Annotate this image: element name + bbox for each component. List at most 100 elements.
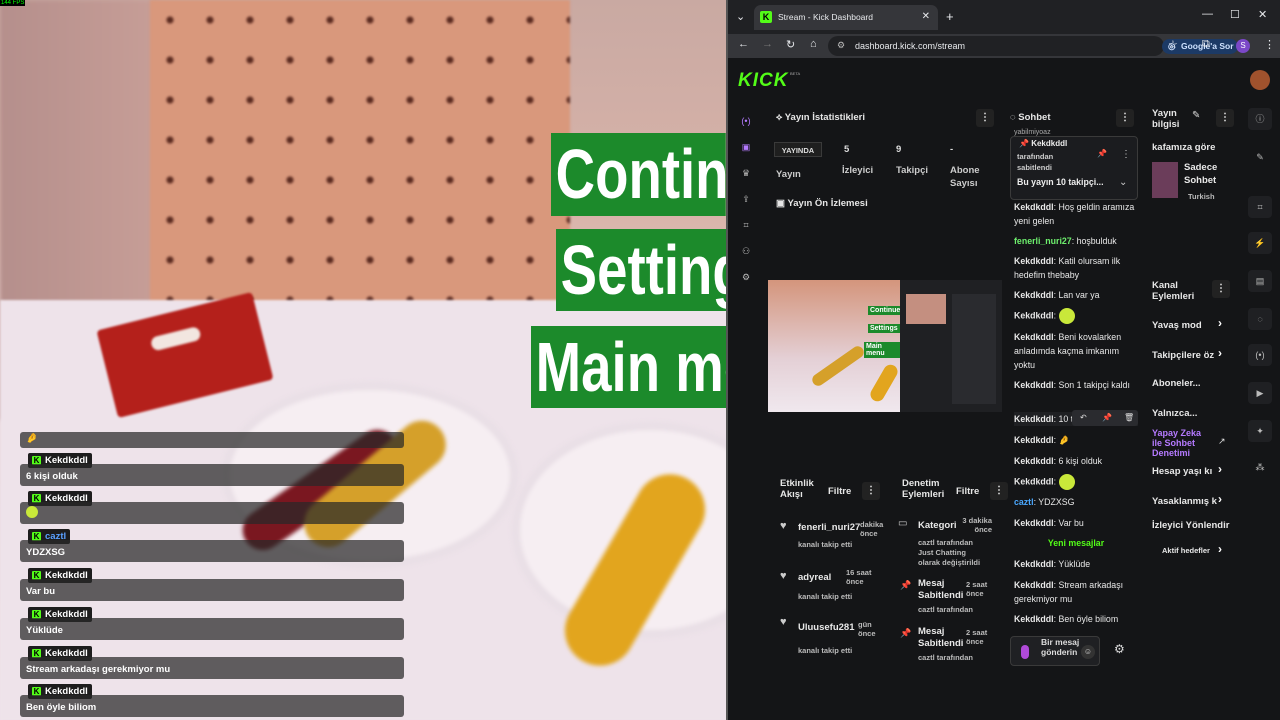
chat-message[interactable]: Kekdkddl: Katil olursam ilk hedefim theb… bbox=[1014, 254, 1138, 282]
tab-search-icon[interactable]: ⌄ bbox=[736, 10, 745, 23]
preview-sausage bbox=[809, 343, 867, 389]
pin-action-icon[interactable]: 📌 bbox=[1097, 149, 1107, 158]
info-icon[interactable]: ⓘ bbox=[1248, 108, 1272, 130]
reload-icon[interactable]: ↻ bbox=[786, 38, 795, 51]
pinned-menu-icon[interactable]: ⋮ bbox=[1121, 149, 1131, 160]
nav-users-icon[interactable]: ⚇ bbox=[740, 246, 752, 258]
chat-message[interactable]: Kekdkddl: Stream arkadaşı gerekmiyor mu bbox=[1014, 578, 1138, 606]
subscribers-item[interactable]: Aboneler... bbox=[1152, 378, 1201, 389]
broadcast-icon[interactable]: (•) bbox=[1248, 344, 1272, 366]
new-messages-divider[interactable]: Yeni mesajlar bbox=[1014, 536, 1138, 550]
home-icon[interactable]: ⌂ bbox=[810, 38, 817, 50]
chat-message[interactable]: Kekdkddl: Ben öyle biliom bbox=[1014, 612, 1138, 626]
activity-title: Etkinlik Akışı bbox=[780, 478, 814, 500]
share-icon[interactable]: ⁂ bbox=[1248, 456, 1272, 478]
stream-info-menu-button[interactable]: ⋮ bbox=[1216, 109, 1234, 127]
chat-message[interactable]: fenerli_nuri27: hoşbulduk bbox=[1014, 234, 1138, 248]
continue-button[interactable]: Continue bbox=[551, 133, 726, 216]
nav-trophy-icon[interactable]: ♛ bbox=[740, 168, 752, 180]
kick-dashboard: KICK BETA (•) ▣ ♛ ⇪ ⌗ ⚇ ⚙ ⟡ Yayın İstati… bbox=[728, 58, 1280, 720]
settings-button[interactable]: Settings bbox=[556, 229, 727, 311]
nav-stream-icon[interactable]: ▣ bbox=[740, 142, 752, 154]
video-camera-icon[interactable]: ▶ bbox=[1248, 382, 1272, 404]
lightning-icon[interactable]: ⚡ bbox=[1248, 232, 1272, 254]
profile-avatar[interactable]: S bbox=[1236, 39, 1250, 53]
chat-menu-button[interactable]: ⋮ bbox=[1116, 109, 1134, 127]
chat-message[interactable]: Kekdkddl: Son 1 takipçi kaldı bbox=[1014, 378, 1138, 392]
maximize-icon[interactable]: ☐ bbox=[1230, 8, 1240, 21]
slow-mode-item[interactable]: Yavaş mod bbox=[1152, 320, 1202, 331]
kick-logo[interactable]: KICK bbox=[738, 70, 788, 92]
browser-menu-icon[interactable]: ⋮ bbox=[1264, 38, 1275, 51]
emoji-picker-icon[interactable]: ☺ bbox=[1081, 645, 1095, 659]
chat-message[interactable]: Kekdkddl: Lan var ya bbox=[1014, 288, 1138, 302]
chevron-right-icon[interactable]: › bbox=[1218, 542, 1222, 556]
only-item[interactable]: Yalnızca... bbox=[1152, 408, 1197, 419]
chat-message[interactable]: Kekdkddl: Yüklüde bbox=[1014, 557, 1138, 571]
document-icon[interactable]: ▤ bbox=[1248, 270, 1272, 292]
activity-item-name[interactable]: Uluusefu281 bbox=[798, 622, 855, 633]
chat-message[interactable]: Kekdkddl: Beni kovalarken anladımda kaçm… bbox=[1014, 330, 1138, 372]
active-goals-item[interactable]: Aktif hedefler bbox=[1162, 546, 1210, 555]
pencil-icon[interactable]: ✎ bbox=[1248, 146, 1272, 168]
activity-menu-button[interactable]: ⋮ bbox=[862, 482, 880, 500]
chat-message[interactable]: Kekdkddl: bbox=[1014, 474, 1138, 490]
pinned-message[interactable]: 📌 Kekdkddl tarafından sabitlendi Bu yayı… bbox=[1010, 136, 1138, 200]
channel-actions-menu-button[interactable]: ⋮ bbox=[1212, 280, 1230, 298]
nav-settings-icon[interactable]: ⚙ bbox=[740, 272, 752, 284]
reply-icon[interactable]: ↶ bbox=[1080, 411, 1087, 425]
chat-settings-icon[interactable]: ⚙ bbox=[1114, 642, 1125, 656]
activity-item-name[interactable]: adyreal bbox=[798, 572, 831, 583]
chevron-right-icon[interactable]: › bbox=[1218, 492, 1222, 506]
pin-message-icon[interactable]: 📌 bbox=[1102, 411, 1112, 425]
pinned-expand-icon[interactable]: ⌄ bbox=[1119, 177, 1127, 188]
minimize-icon[interactable]: — bbox=[1202, 8, 1213, 20]
address-bar[interactable]: ⚙ dashboard.kick.com/stream ◎ Google'a So… bbox=[828, 36, 1250, 56]
chat-message[interactable]: Kekdkddl: 🤌 bbox=[1014, 433, 1138, 447]
user-avatar[interactable] bbox=[1250, 70, 1270, 90]
pinned-meta: tarafından sabitlendi bbox=[1017, 152, 1054, 172]
new-tab-icon[interactable]: + bbox=[946, 9, 954, 24]
stream-preview[interactable]: Continue Settings Main menu bbox=[768, 280, 1002, 412]
close-tab-icon[interactable]: ✕ bbox=[922, 11, 930, 22]
tab-bar: ⌄ K Stream - Kick Dashboard ✕ + — ☐ ✕ bbox=[728, 0, 1280, 34]
bookmark-star-icon[interactable]: ☆ bbox=[1168, 38, 1178, 51]
tab-kick-dashboard[interactable]: K Stream - Kick Dashboard ✕ bbox=[754, 5, 938, 30]
nav-live-icon[interactable]: (•) bbox=[740, 116, 752, 128]
edit-icon[interactable]: ✎ bbox=[1192, 110, 1200, 121]
crop-icon[interactable]: ⌗ bbox=[1248, 196, 1272, 218]
main-menu-button[interactable]: Main menu bbox=[531, 326, 728, 408]
chat-message-hovered[interactable]: Kekdkddl: 10 takipçi ↶ 📌 🗑 bbox=[1014, 410, 1138, 426]
chat-input[interactable]: Bir mesaj gönderin ☺ bbox=[1010, 636, 1100, 666]
nav-crop-icon[interactable]: ⌗ bbox=[740, 220, 752, 232]
delete-icon[interactable]: 🗑 bbox=[1124, 411, 1134, 425]
chat-message[interactable]: Kekdkddl: bbox=[1014, 308, 1138, 324]
chat-message[interactable]: Kekdkddl: Var bu bbox=[1014, 516, 1138, 530]
chat-message[interactable]: Kekdkddl: Hoş geldin aramıza yeni gelen bbox=[1014, 200, 1138, 228]
emote-icon[interactable] bbox=[1021, 645, 1029, 659]
chat-bubble-icon[interactable]: ◌ bbox=[1248, 308, 1272, 330]
extensions-icon[interactable]: ⧉ bbox=[1202, 38, 1210, 51]
activity-item-name[interactable]: fenerli_nuri27 bbox=[798, 522, 860, 533]
chat-message[interactable]: Kekdkddl: 6 kişi olduk bbox=[1014, 454, 1138, 468]
external-link-icon[interactable]: ↗ bbox=[1218, 436, 1226, 447]
site-info-icon[interactable]: ⚙ bbox=[837, 40, 845, 51]
stream-title-text: kafamıza göre bbox=[1152, 142, 1216, 153]
wrench-icon[interactable]: ✦ bbox=[1248, 420, 1272, 442]
nav-upload-icon[interactable]: ⇪ bbox=[740, 194, 752, 206]
activity-filter-button[interactable]: Filtre bbox=[828, 486, 851, 497]
chat-message[interactable]: caztl: YDZXSG bbox=[1014, 495, 1138, 509]
category-name[interactable]: Sadece Sohbet bbox=[1184, 161, 1217, 187]
forward-icon[interactable]: → bbox=[762, 38, 773, 50]
back-icon[interactable]: ← bbox=[738, 38, 749, 50]
chevron-right-icon[interactable]: › bbox=[1218, 346, 1222, 360]
stats-menu-button[interactable]: ⋮ bbox=[976, 109, 994, 127]
close-window-icon[interactable]: ✕ bbox=[1258, 8, 1267, 21]
moderation-menu-button[interactable]: ⋮ bbox=[990, 482, 1008, 500]
ai-moderation-item[interactable]: Yapay Zeka ile Sohbet Denetimi bbox=[1152, 428, 1212, 458]
preview-settings: Settings bbox=[868, 324, 900, 333]
moderation-filter-button[interactable]: Filtre bbox=[956, 486, 979, 497]
chevron-right-icon[interactable]: › bbox=[1218, 462, 1222, 476]
viewer-redirect-item[interactable]: İzleyici Yönlendir bbox=[1152, 520, 1244, 531]
chevron-right-icon[interactable]: › bbox=[1218, 316, 1222, 330]
